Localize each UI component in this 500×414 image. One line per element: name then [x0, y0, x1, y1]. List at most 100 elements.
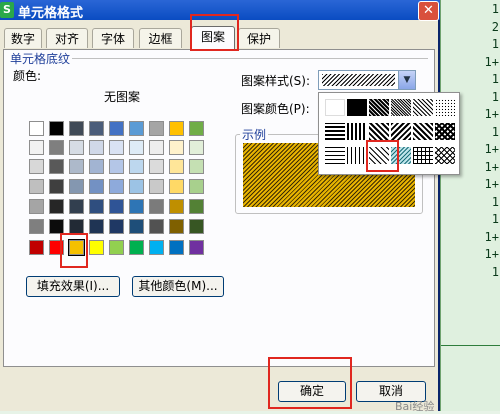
example-label: 示例 — [240, 126, 269, 143]
color-swatch[interactable] — [109, 140, 124, 155]
color-swatch[interactable] — [169, 179, 184, 194]
pattern-option-solid[interactable] — [347, 99, 367, 116]
color-swatch[interactable] — [169, 199, 184, 214]
sheet-cell: 1 — [491, 72, 499, 86]
color-swatch[interactable] — [49, 140, 64, 155]
pattern-option-thin-vertical[interactable] — [347, 147, 367, 164]
color-swatch[interactable] — [29, 219, 44, 234]
color-swatch[interactable] — [69, 219, 84, 234]
sheet-cell: 1+ — [484, 142, 499, 156]
color-swatch[interactable] — [129, 199, 144, 214]
color-swatch[interactable] — [89, 179, 104, 194]
pattern-option-thin-diag-grid[interactable] — [435, 147, 455, 164]
close-button[interactable]: ✕ — [418, 1, 439, 21]
color-swatch[interactable] — [189, 179, 204, 194]
sheet-cell: 1 — [491, 2, 499, 16]
color-swatch[interactable] — [89, 159, 104, 174]
pattern-option-vertical[interactable] — [347, 123, 367, 140]
pattern-option-thin-grid[interactable] — [413, 147, 433, 164]
color-swatch[interactable] — [29, 140, 44, 155]
color-swatch[interactable] — [109, 159, 124, 174]
color-swatch[interactable] — [189, 121, 204, 136]
color-swatch[interactable] — [89, 240, 104, 255]
chevron-down-icon[interactable]: ▼ — [398, 71, 415, 89]
color-swatch[interactable] — [129, 140, 144, 155]
color-swatch[interactable] — [49, 219, 64, 234]
more-colors-button[interactable]: 其他颜色(M)... — [132, 276, 224, 297]
color-swatch[interactable] — [129, 219, 144, 234]
tab-border[interactable]: 边框 — [139, 28, 182, 48]
color-swatch[interactable] — [109, 179, 124, 194]
color-swatch[interactable] — [189, 199, 204, 214]
pattern-option-thick-diag-cross[interactable] — [435, 123, 455, 140]
pattern-option-dots-fine[interactable] — [435, 99, 455, 116]
color-swatch[interactable] — [169, 240, 184, 255]
color-swatch[interactable] — [89, 140, 104, 155]
pattern-preview — [322, 74, 395, 86]
color-swatch[interactable] — [189, 159, 204, 174]
fill-effect-button[interactable]: 填充效果(I)... — [26, 276, 120, 297]
color-swatch[interactable] — [29, 121, 44, 136]
tab-alignment[interactable]: 对齐 — [46, 28, 88, 48]
pattern-option-thin-horizontal[interactable] — [325, 147, 345, 164]
color-swatch[interactable] — [109, 121, 124, 136]
color-swatch[interactable] — [149, 179, 164, 194]
color-swatch[interactable] — [149, 219, 164, 234]
color-swatch[interactable] — [149, 121, 164, 136]
color-swatch[interactable] — [89, 121, 104, 136]
pattern-option-dense-75[interactable] — [369, 99, 389, 116]
color-swatch[interactable] — [189, 140, 204, 155]
color-swatch[interactable] — [149, 240, 164, 255]
color-swatch[interactable] — [69, 159, 84, 174]
pattern-option-diagonal-cross[interactable] — [413, 123, 433, 140]
color-swatch[interactable] — [149, 140, 164, 155]
pattern-option-dense-50[interactable] — [391, 99, 411, 116]
color-swatch[interactable] — [189, 219, 204, 234]
pattern-option-blank[interactable] — [325, 99, 345, 116]
sheet-cell: 1 — [491, 264, 499, 279]
pattern-style-dropdown[interactable]: ▼ — [318, 70, 416, 90]
pattern-color-label: 图案颜色(P): — [241, 102, 310, 116]
color-swatch[interactable] — [169, 140, 184, 155]
color-swatch[interactable] — [89, 219, 104, 234]
color-swatch[interactable] — [69, 199, 84, 214]
annotation-highlight-pattern — [366, 140, 399, 172]
close-icon: ✕ — [423, 3, 434, 18]
tab-font[interactable]: 字体 — [92, 28, 134, 48]
color-swatch[interactable] — [169, 219, 184, 234]
color-swatch[interactable] — [169, 159, 184, 174]
color-swatch[interactable] — [29, 240, 44, 255]
color-swatch[interactable] — [189, 240, 204, 255]
color-swatch[interactable] — [49, 121, 64, 136]
tab-number[interactable]: 数字 — [4, 28, 42, 48]
color-swatch[interactable] — [129, 179, 144, 194]
color-swatch[interactable] — [109, 219, 124, 234]
pattern-option-rev-diagonal[interactable] — [369, 123, 389, 140]
color-swatch[interactable] — [169, 121, 184, 136]
color-swatch[interactable] — [29, 199, 44, 214]
color-swatch[interactable] — [29, 159, 44, 174]
color-swatch[interactable] — [109, 199, 124, 214]
color-swatch[interactable] — [69, 179, 84, 194]
color-swatch[interactable] — [49, 199, 64, 214]
color-swatch[interactable] — [69, 140, 84, 155]
color-swatch[interactable] — [129, 121, 144, 136]
pattern-option-horizontal[interactable] — [325, 123, 345, 140]
tab-protection[interactable]: 保护 — [238, 28, 280, 48]
color-swatch[interactable] — [149, 199, 164, 214]
color-swatch[interactable] — [29, 179, 44, 194]
color-swatch[interactable] — [129, 159, 144, 174]
color-swatch[interactable] — [49, 179, 64, 194]
color-swatch[interactable] — [69, 121, 84, 136]
color-swatch[interactable] — [129, 240, 144, 255]
pattern-option-dense-25[interactable] — [413, 99, 433, 116]
pattern-option-diagonal[interactable] — [391, 123, 411, 140]
color-swatch[interactable] — [149, 159, 164, 174]
color-swatch[interactable] — [49, 159, 64, 174]
cell-format-dialog: S 单元格格式 ✕ 数字 对齐 字体 边框 图案 保护 单元格底纹 颜色: 无图… — [0, 0, 440, 411]
annotation-highlight-color — [60, 233, 88, 268]
color-swatch[interactable] — [109, 240, 124, 255]
no-pattern-option[interactable]: 无图案 — [104, 88, 140, 105]
color-swatch[interactable] — [89, 199, 104, 214]
pattern-style-label: 图案样式(S): — [241, 74, 311, 88]
